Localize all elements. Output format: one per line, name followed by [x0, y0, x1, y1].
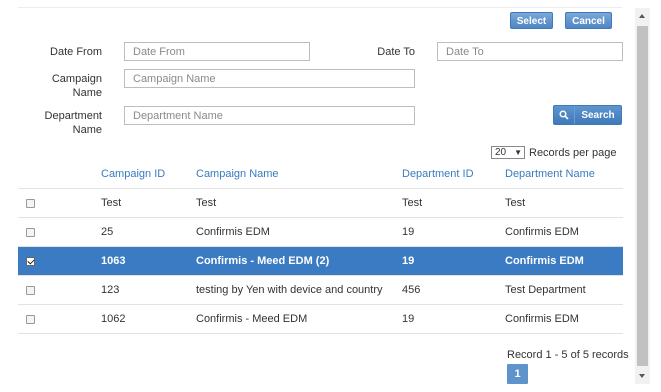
select-button[interactable]: Select [510, 12, 553, 29]
scrollbar-thumb[interactable] [637, 26, 648, 366]
cell-department-name: Test Department [505, 275, 623, 305]
cell-department-id: Test [402, 188, 505, 218]
row-checkbox[interactable] [26, 198, 35, 208]
search-icon [554, 106, 575, 124]
campaign-name-label: Campaign Name [51, 73, 102, 99]
record-count: Record 1 - 5 of 5 records [507, 349, 629, 361]
cell-department-id: 19 [402, 217, 505, 247]
cell-department-id: 19 [402, 304, 505, 334]
cell-department-name: Test [505, 188, 623, 218]
cell-department-name: Confirmis EDM [505, 217, 623, 247]
cell-campaign-name: testing by Yen with device and country [196, 275, 402, 305]
date-to-input[interactable] [437, 42, 623, 61]
cell-department-id: 456 [402, 275, 505, 305]
header-campaign-name[interactable]: Campaign Name [196, 160, 402, 189]
row-checkbox[interactable] [26, 314, 35, 324]
table-row[interactable]: 123 testing by Yen with device and count… [18, 275, 623, 305]
header-department-name[interactable]: Department Name [505, 160, 623, 189]
header-select [18, 160, 101, 189]
cell-campaign-name: Test [196, 188, 402, 218]
table-row[interactable]: 25 Confirmis EDM 19 Confirmis EDM [18, 217, 623, 247]
table-row[interactable]: Test Test Test Test [18, 188, 623, 218]
header-department-id[interactable]: Department ID [402, 160, 505, 189]
row-checkbox-checked[interactable] [26, 256, 35, 266]
search-button[interactable]: Search [553, 105, 622, 125]
cell-campaign-id: 25 [101, 217, 196, 247]
cell-campaign-name: Confirmis EDM [196, 217, 402, 247]
cell-campaign-name: Confirmis - Meed EDM [196, 304, 402, 334]
cell-department-name: Confirmis EDM [505, 304, 623, 334]
page-button-1[interactable]: 1 [507, 364, 528, 384]
date-from-label: Date From [50, 46, 102, 58]
scroll-down-icon[interactable] [639, 374, 645, 378]
dropdown-arrow-icon: ▼ [514, 148, 522, 157]
row-checkbox[interactable] [26, 285, 35, 295]
records-per-page: 20 ▼ Records per page [491, 146, 616, 159]
search-button-label: Search [581, 109, 615, 121]
cell-campaign-id: 123 [101, 275, 196, 305]
cell-department-name: Confirmis EDM [505, 246, 623, 276]
cancel-button[interactable]: Cancel [565, 12, 612, 29]
records-per-page-label: Records per page [529, 146, 617, 159]
cell-campaign-id: 1062 [101, 304, 196, 334]
department-name-label: Department Name [44, 110, 102, 136]
vertical-scrollbar[interactable] [635, 8, 650, 384]
header-campaign-id[interactable]: Campaign ID [101, 160, 196, 189]
campaign-table: Campaign ID Campaign Name Department ID … [18, 160, 623, 334]
department-name-input[interactable] [124, 106, 415, 125]
cell-campaign-id: 1063 [101, 246, 196, 276]
top-divider [18, 7, 622, 8]
campaign-name-input[interactable] [124, 69, 415, 88]
cell-campaign-name: Confirmis - Meed EDM (2) [196, 246, 402, 276]
cell-department-id: 19 [402, 246, 505, 276]
scroll-up-icon[interactable] [639, 14, 645, 18]
cell-campaign-id: Test [101, 188, 196, 218]
row-checkbox[interactable] [26, 227, 35, 237]
table-header-row: Campaign ID Campaign Name Department ID … [18, 160, 623, 189]
table-row-selected[interactable]: 1063 Confirmis - Meed EDM (2) 19 Confirm… [18, 246, 623, 276]
records-per-page-select[interactable]: 20 ▼ [491, 146, 525, 159]
date-from-input[interactable] [124, 42, 310, 61]
date-to-label: Date To [377, 46, 415, 58]
table-row[interactable]: 1062 Confirmis - Meed EDM 19 Confirmis E… [18, 304, 623, 334]
